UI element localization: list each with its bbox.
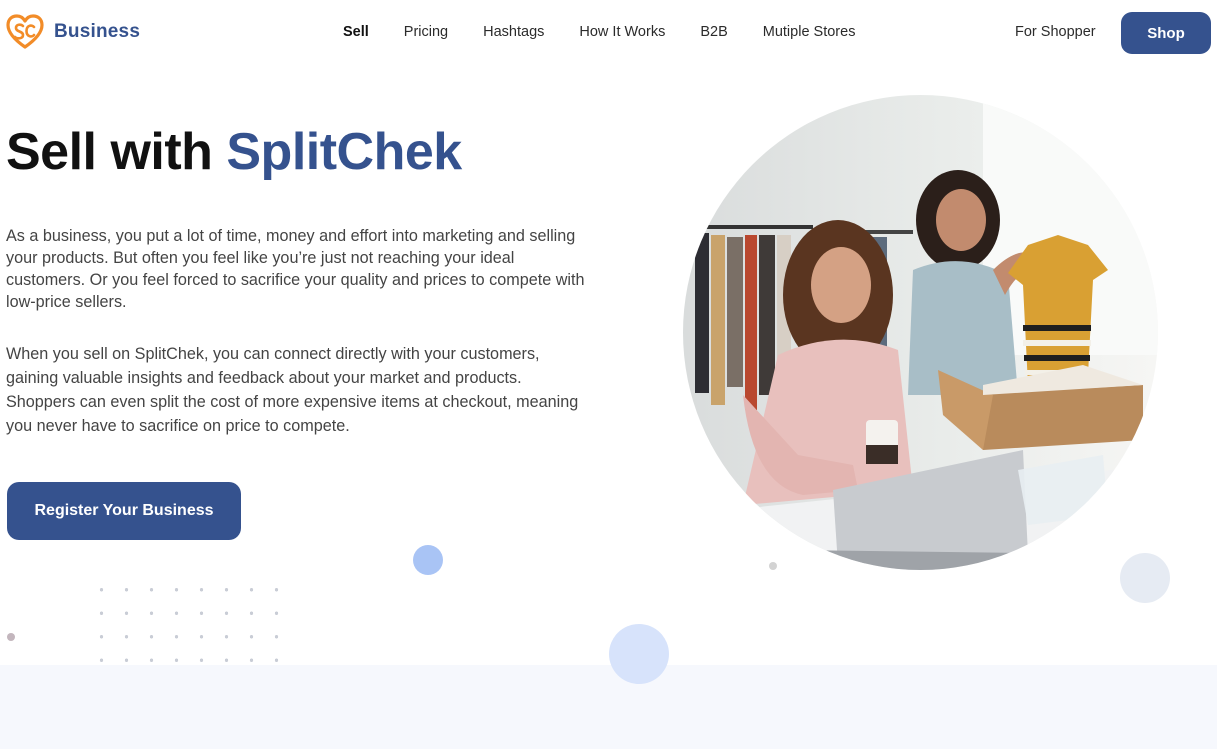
splitchek-heart-logo-icon	[6, 14, 44, 49]
site-header: Business Sell Pricing Hashtags How It Wo…	[0, 0, 1217, 66]
decor-dot-blue	[413, 545, 443, 575]
decor-dot-large-light-blue	[609, 624, 669, 684]
shop-button[interactable]: Shop	[1121, 12, 1211, 54]
nav-item-how-it-works[interactable]: How It Works	[579, 24, 665, 40]
brand-name: Business	[54, 21, 141, 42]
decor-dot-light-gray	[1120, 553, 1170, 603]
shop-owners-photo-illustration	[683, 95, 1158, 570]
nav-item-hashtags[interactable]: Hashtags	[483, 24, 544, 40]
for-shopper-link[interactable]: For Shopper	[1015, 24, 1096, 40]
nav-item-b2b[interactable]: B2B	[700, 24, 727, 40]
decor-dot-tiny-mauve	[7, 633, 15, 641]
decor-dot-small-gray	[769, 562, 777, 570]
hero-title-prefix: Sell with	[6, 123, 227, 181]
hero-paragraph-1: As a business, you put a lot of time, mo…	[6, 227, 585, 311]
nav-item-sell[interactable]: Sell	[343, 24, 369, 40]
hero-title-accent: SplitChek	[226, 123, 462, 181]
next-section-band	[0, 665, 1217, 749]
nav-item-pricing[interactable]: Pricing	[404, 24, 448, 40]
nav-item-multiple-stores[interactable]: Mutiple Stores	[763, 24, 856, 40]
main-nav: Sell Pricing Hashtags How It Works B2B M…	[343, 24, 890, 40]
hero-photo	[683, 95, 1158, 570]
brand-logo[interactable]: Business	[6, 14, 140, 50]
hero-title: Sell with SplitChek	[6, 122, 462, 182]
register-business-button[interactable]: Register Your Business	[7, 482, 241, 540]
hero-paragraph-2: When you sell on SplitChek, you can conn…	[6, 345, 579, 435]
